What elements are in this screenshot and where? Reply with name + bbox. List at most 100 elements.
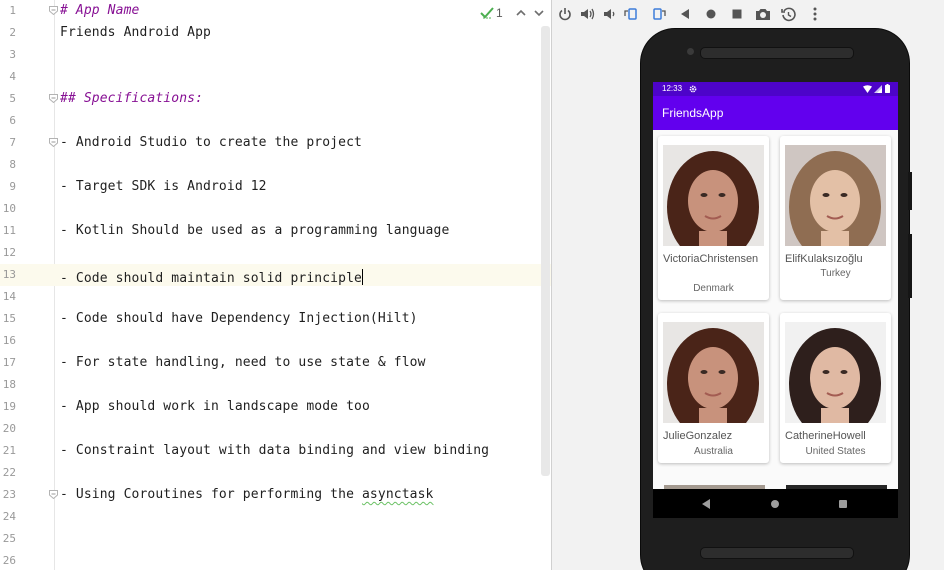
inspection-widget[interactable]: 1 bbox=[480, 4, 545, 22]
code-line[interactable]: 19 - App should work in landscape mode to… bbox=[0, 396, 551, 418]
fold-marker-icon[interactable] bbox=[49, 6, 58, 15]
earpiece-speaker bbox=[700, 47, 854, 59]
settings-gear-icon bbox=[689, 85, 697, 93]
code-line[interactable]: 5 ## Specifications: bbox=[0, 88, 551, 110]
chevron-up-icon[interactable] bbox=[515, 7, 527, 19]
camera-icon[interactable] bbox=[754, 5, 772, 23]
markdown-editor[interactable]: 1 # App Name 2 Friends Android App 3 4 5 ## Spe… bbox=[0, 0, 551, 570]
code-line[interactable]: 16 bbox=[0, 330, 551, 352]
line-number: 12 bbox=[2, 246, 16, 259]
home-icon[interactable] bbox=[702, 5, 720, 23]
code-line[interactable]: 6 bbox=[0, 110, 551, 132]
volume-rocker bbox=[908, 172, 912, 210]
code-line[interactable]: 26 bbox=[0, 550, 551, 570]
line-number: 20 bbox=[2, 422, 16, 435]
more-icon[interactable] bbox=[806, 5, 824, 23]
line-number: 11 bbox=[2, 224, 16, 237]
code-line[interactable]: 4 bbox=[0, 66, 551, 88]
check-icon bbox=[480, 7, 494, 19]
fold-marker-icon[interactable] bbox=[49, 94, 58, 103]
markdown-text: - Constraint layout with data binding an… bbox=[60, 443, 490, 458]
markdown-heading: # App Name bbox=[60, 3, 140, 18]
code-line[interactable]: 17 - For state handling, need to use stat… bbox=[0, 352, 551, 374]
line-number: 6 bbox=[9, 114, 16, 127]
line-number: 5 bbox=[9, 92, 16, 105]
line-number: 1 bbox=[9, 4, 16, 17]
fold-marker-icon[interactable] bbox=[49, 138, 58, 147]
nav-back-icon[interactable] bbox=[702, 499, 711, 509]
friend-country: Australia bbox=[694, 446, 733, 457]
rotate-right-icon[interactable] bbox=[649, 5, 667, 23]
power-side-button bbox=[908, 234, 912, 298]
line-number: 25 bbox=[2, 532, 16, 545]
friend-card[interactable]: CatherineHowell United States bbox=[780, 313, 891, 463]
line-number: 8 bbox=[9, 158, 16, 171]
nav-recents-icon[interactable] bbox=[839, 500, 847, 508]
code-line[interactable]: 24 bbox=[0, 506, 551, 528]
code-line[interactable]: 11 - Kotlin Should be used as a programmi… bbox=[0, 220, 551, 242]
friend-photo bbox=[785, 145, 886, 246]
fold-marker-icon[interactable] bbox=[49, 490, 58, 499]
status-time: 12:33 bbox=[662, 84, 683, 93]
line-number: 18 bbox=[2, 378, 16, 391]
code-line[interactable]: 2 Friends Android App bbox=[0, 22, 551, 44]
code-line[interactable]: 21 - Constraint layout with data binding … bbox=[0, 440, 551, 462]
friend-card[interactable]: VictoriaChristensen Denmark bbox=[658, 136, 769, 300]
code-line[interactable]: 1 # App Name bbox=[0, 0, 551, 22]
line-number: 4 bbox=[9, 70, 16, 83]
friend-photo bbox=[663, 145, 764, 246]
code-line[interactable]: 9 - Target SDK is Android 12 bbox=[0, 176, 551, 198]
overview-icon[interactable] bbox=[728, 5, 746, 23]
friend-photo bbox=[785, 322, 886, 423]
spellcheck-squiggle[interactable]: asynctask bbox=[362, 487, 434, 502]
line-number: 19 bbox=[2, 400, 16, 413]
rotate-left-icon[interactable] bbox=[623, 5, 641, 23]
code-line[interactable]: 3 bbox=[0, 44, 551, 66]
friend-card[interactable]: ElifKulaksızoğlu Turkey bbox=[780, 136, 891, 300]
line-number: 15 bbox=[2, 312, 16, 325]
line-number: 17 bbox=[2, 356, 16, 369]
text-caret bbox=[361, 269, 364, 285]
code-line[interactable]: 12 bbox=[0, 242, 551, 264]
line-number: 2 bbox=[9, 26, 16, 39]
line-number: 3 bbox=[9, 48, 16, 61]
chevron-down-icon[interactable] bbox=[533, 7, 545, 19]
markdown-text: - Kotlin Should be used as a programming… bbox=[60, 223, 450, 238]
markdown-text: - App should work in landscape mode too bbox=[60, 399, 370, 414]
volume-down-icon[interactable] bbox=[600, 5, 618, 23]
markdown-text: - Code should maintain solid principle bbox=[60, 271, 362, 286]
code-line[interactable]: 15 - Code should have Dependency Injectio… bbox=[0, 308, 551, 330]
volume-up-icon[interactable] bbox=[578, 5, 596, 23]
markdown-heading: ## Specifications: bbox=[60, 91, 204, 106]
code-line[interactable]: 18 bbox=[0, 374, 551, 396]
code-line[interactable]: 22 bbox=[0, 462, 551, 484]
friend-card[interactable]: JulieGonzalez Australia bbox=[658, 313, 769, 463]
inspection-count: 1 bbox=[496, 6, 503, 20]
line-number: 13 bbox=[2, 268, 16, 281]
line-number: 23 bbox=[2, 488, 16, 501]
line-number: 21 bbox=[2, 444, 16, 457]
line-number: 24 bbox=[2, 510, 16, 523]
code-line[interactable]: 20 bbox=[0, 418, 551, 440]
code-line[interactable]: 14 bbox=[0, 286, 551, 308]
friend-name: VictoriaChristensen bbox=[663, 253, 759, 265]
power-icon[interactable] bbox=[556, 5, 574, 23]
device-screen[interactable]: 12:33 FriendsApp VictoriaChristensen Denm… bbox=[653, 82, 898, 518]
code-line[interactable]: 13 - Code should maintain solid principle bbox=[0, 264, 551, 286]
line-number: 22 bbox=[2, 466, 16, 479]
friend-name: JulieGonzalez bbox=[663, 430, 733, 442]
code-line[interactable]: 10 bbox=[0, 198, 551, 220]
back-icon[interactable] bbox=[676, 5, 694, 23]
emulator-toolbar bbox=[552, 0, 944, 28]
wifi-icon bbox=[863, 85, 872, 93]
code-line[interactable]: 8 bbox=[0, 154, 551, 176]
code-line[interactable]: 23 - Using Coroutines for performing the … bbox=[0, 484, 551, 506]
code-line[interactable]: 25 bbox=[0, 528, 551, 550]
markdown-text: - Using Coroutines for performing the as… bbox=[60, 487, 434, 502]
markdown-text: - Code should have Dependency Injection(… bbox=[60, 311, 418, 326]
snapshot-icon[interactable] bbox=[779, 5, 797, 23]
code-line[interactable]: 7 - Android Studio to create the project bbox=[0, 132, 551, 154]
editor-scrollbar[interactable] bbox=[541, 26, 550, 476]
friend-name: CatherineHowell bbox=[785, 430, 866, 442]
nav-home-icon[interactable] bbox=[771, 500, 779, 508]
